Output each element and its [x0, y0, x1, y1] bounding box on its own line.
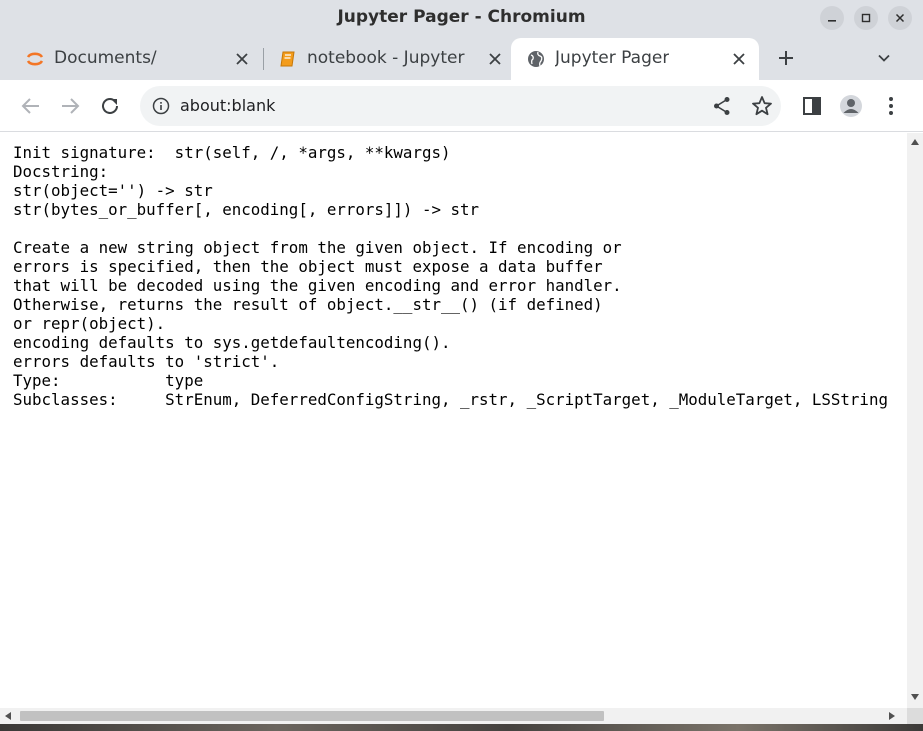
tab-search-chevron-down-icon[interactable] [876, 50, 892, 66]
minimize-icon [828, 20, 836, 22]
window-title: Jupyter Pager - Chromium [337, 7, 586, 27]
title-bar: Jupyter Pager - Chromium [0, 0, 923, 36]
back-icon[interactable] [19, 94, 43, 118]
pager-line: Create a new string object from the give… [13, 238, 622, 257]
maximize-button[interactable] [854, 6, 878, 30]
jupyter-logo-icon [26, 52, 44, 66]
tab-close-icon[interactable] [730, 50, 748, 68]
tab-label: notebook - Jupyter N [307, 48, 466, 68]
tab-label: Jupyter Pager [555, 48, 670, 68]
reload-icon[interactable] [98, 94, 122, 118]
pager-line: encoding defaults to sys.getdefaultencod… [13, 333, 451, 352]
scrollbar-corner [907, 708, 923, 724]
scroll-right-arrow-icon[interactable] [889, 712, 895, 720]
pager-text: Init signature: str(self, /, *args, **kw… [13, 143, 888, 409]
browser-window: Jupyter Pager - Chromium Documents/ note… [0, 0, 923, 731]
tab-notebook[interactable]: notebook - Jupyter N [263, 38, 511, 80]
tab-close-icon[interactable] [486, 50, 504, 68]
pager-line: str(bytes_or_buffer[, encoding[, errors]… [13, 200, 480, 219]
profile-avatar-icon[interactable] [839, 94, 863, 118]
close-icon [895, 13, 905, 23]
tab-close-icon[interactable] [233, 50, 251, 68]
globe-icon [528, 51, 544, 67]
pager-line: or repr(object). [13, 314, 166, 333]
menu-kebab-icon[interactable] [879, 94, 903, 118]
pager-line: Type: type [13, 371, 204, 390]
close-window-button[interactable] [888, 6, 912, 30]
scroll-up-arrow-icon[interactable] [911, 139, 919, 145]
new-tab-icon[interactable] [776, 48, 796, 68]
url-text[interactable]: about:blank [180, 96, 275, 115]
share-icon[interactable] [710, 94, 734, 118]
desktop-background [0, 724, 923, 731]
notebook-icon [280, 51, 295, 67]
vertical-scrollbar[interactable] [907, 133, 923, 708]
minimize-button[interactable] [820, 6, 844, 30]
forward-icon[interactable] [58, 94, 82, 118]
address-bar[interactable]: about:blank [140, 86, 781, 126]
tab-strip: Documents/ notebook - Jupyter N Jupyter … [0, 36, 923, 80]
tab-jupyter-pager[interactable]: Jupyter Pager [511, 38, 759, 80]
tab-documents[interactable]: Documents/ [10, 38, 260, 80]
pager-line: str(object='') -> str [13, 181, 213, 200]
pager-line: errors is specified, then the object mus… [13, 257, 603, 276]
pager-line: Subclasses: StrEnum, DeferredConfigStrin… [13, 390, 888, 409]
pager-line: Otherwise, returns the result of object.… [13, 295, 603, 314]
horizontal-scrollbar[interactable] [0, 708, 907, 724]
page-content: Init signature: str(self, /, *args, **kw… [0, 133, 907, 708]
info-icon[interactable] [152, 97, 170, 115]
bookmark-star-icon[interactable] [750, 94, 774, 118]
scroll-down-arrow-icon[interactable] [911, 694, 919, 700]
horizontal-scroll-thumb[interactable] [20, 711, 604, 721]
pager-line: Docstring: [13, 162, 109, 181]
pager-line: Init signature: str(self, /, *args, **kw… [13, 143, 451, 162]
pager-line: errors defaults to 'strict'. [13, 352, 280, 371]
maximize-icon [861, 13, 871, 23]
scroll-left-arrow-icon[interactable] [5, 712, 11, 720]
side-panel-icon[interactable] [800, 94, 824, 118]
browser-toolbar: about:blank [0, 80, 923, 132]
pager-line: that will be decoded using the given enc… [13, 276, 622, 295]
tab-label: Documents/ [54, 48, 157, 68]
